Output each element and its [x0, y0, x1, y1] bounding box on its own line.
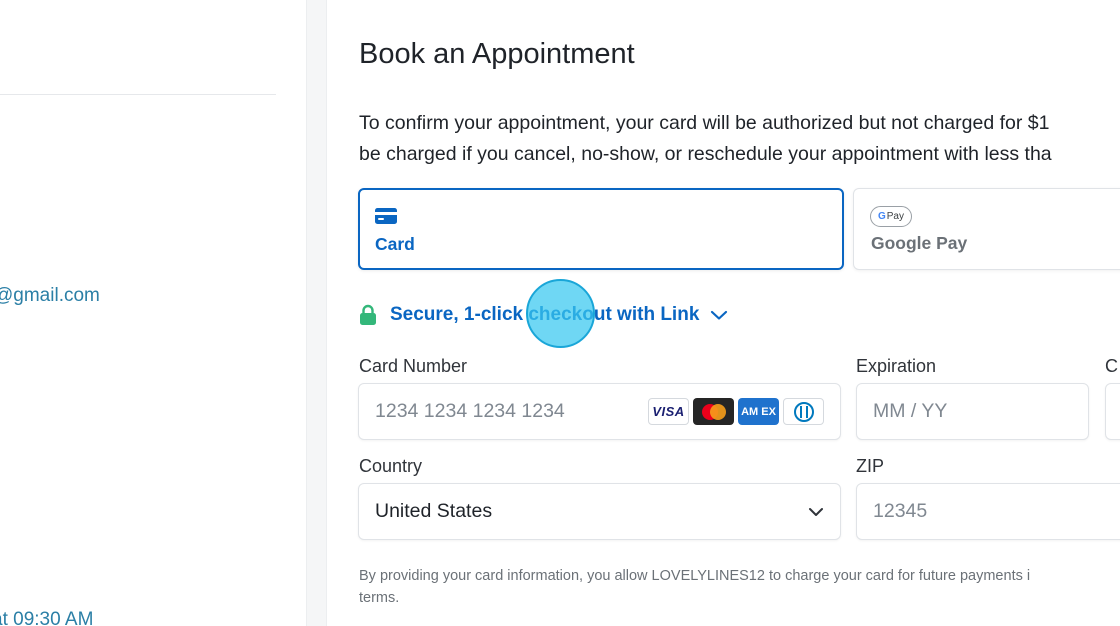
- authorization-notice-line-2: be charged if you cancel, no-show, or re…: [359, 143, 1052, 165]
- authorization-notice: To confirm your appointment, your card w…: [359, 108, 1052, 170]
- country-value: United States: [375, 500, 493, 522]
- expiration-input[interactable]: MM / YY: [856, 383, 1089, 440]
- payment-method-card-tab[interactable]: Card: [358, 188, 844, 270]
- left-divider: [0, 94, 276, 95]
- card-authorization-disclaimer: By providing your card information, you …: [359, 565, 1030, 609]
- card-brand-icons: VISA AM EX: [648, 398, 824, 425]
- cvc-label: C: [1105, 356, 1118, 376]
- country-label: Country: [359, 456, 423, 476]
- cvc-input[interactable]: [1105, 383, 1120, 440]
- left-panel: @gmail.com at 09:30 AM: [0, 0, 306, 626]
- google-pay-icon: G Pay: [870, 206, 912, 227]
- google-pay-tab-label: Google Pay: [871, 233, 968, 253]
- mastercard-icon: [693, 398, 734, 425]
- authorization-notice-line-1: To confirm your appointment, your card w…: [359, 112, 1050, 134]
- click-indicator: [526, 279, 595, 348]
- card-number-placeholder: 1234 1234 1234 1234: [375, 400, 565, 422]
- google-pay-icon-g: G: [877, 211, 886, 222]
- appointment-time[interactable]: at 09:30 AM: [0, 609, 93, 626]
- credit-card-icon: [375, 208, 397, 224]
- page: @gmail.com at 09:30 AM Book an Appointme…: [0, 0, 1120, 626]
- visa-icon: VISA: [648, 398, 689, 425]
- expiration-label: Expiration: [856, 356, 937, 376]
- client-email[interactable]: @gmail.com: [0, 285, 100, 307]
- expiration-placeholder: MM / YY: [873, 400, 948, 422]
- google-pay-icon-text: Pay: [886, 211, 904, 222]
- country-select[interactable]: United States: [358, 483, 841, 540]
- amex-icon: AM EX: [738, 398, 779, 425]
- panel-gutter: [306, 0, 327, 626]
- zip-input[interactable]: 12345: [856, 483, 1120, 540]
- chevron-down-icon: [809, 508, 823, 516]
- zip-label: ZIP: [856, 456, 885, 476]
- disclaimer-line-2: terms.: [359, 590, 400, 606]
- disclaimer-line-1: By providing your card information, you …: [359, 568, 1031, 584]
- diners-club-icon: [783, 398, 824, 425]
- card-number-input[interactable]: 1234 1234 1234 1234 VISA AM EX: [358, 383, 841, 440]
- zip-placeholder: 12345: [873, 500, 928, 522]
- payment-method-google-pay-tab[interactable]: G Pay Google Pay: [853, 188, 1120, 270]
- booking-panel: Book an Appointment To confirm your appo…: [327, 0, 1120, 626]
- page-title: Book an Appointment: [359, 38, 635, 70]
- card-tab-label: Card: [375, 234, 415, 254]
- chevron-down-icon: [711, 310, 728, 320]
- lock-icon: [360, 304, 376, 325]
- card-number-label: Card Number: [359, 356, 468, 376]
